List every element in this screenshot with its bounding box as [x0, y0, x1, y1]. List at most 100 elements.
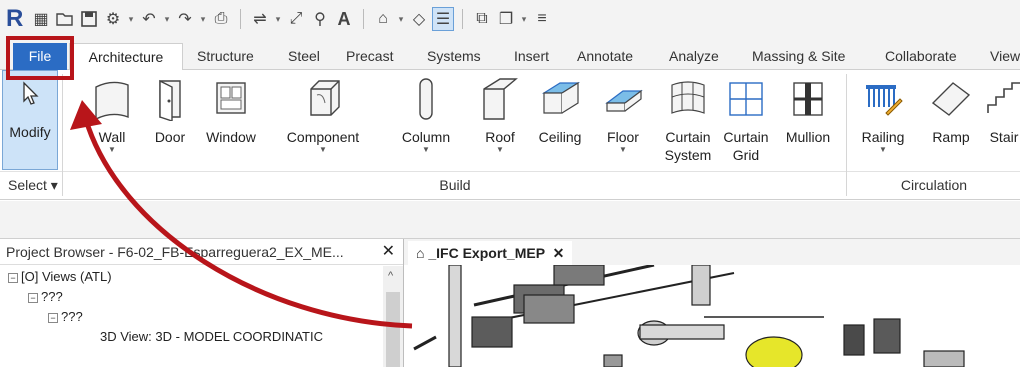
sync-icon[interactable]: ⚙	[102, 7, 124, 31]
modify-button[interactable]: Modify	[2, 70, 58, 170]
component-dropdown[interactable]: ▼	[278, 146, 368, 154]
ramp-icon	[926, 76, 976, 122]
collapse-icon[interactable]: −	[8, 272, 18, 283]
tree-node-views[interactable]: − [O] Views (ATL)	[8, 267, 112, 287]
undo-icon[interactable]: ↶	[138, 7, 160, 31]
railing-button[interactable]: Railing ▼	[858, 76, 908, 154]
thin-lines-icon[interactable]: ☰	[432, 7, 454, 31]
roof-dropdown[interactable]: ▼	[478, 146, 522, 154]
tab-collaborate[interactable]: Collaborate	[885, 43, 957, 70]
tab-ifc-export-mep[interactable]: ⌂ _IFC Export_MEP ✕	[408, 241, 573, 265]
panel-separator	[62, 74, 63, 196]
curtain-grid-icon	[718, 76, 774, 122]
project-browser-header: Project Browser - F6-02_FB-Esparreguera2…	[0, 239, 403, 265]
ramp-button[interactable]: Ramp	[926, 76, 976, 146]
quick-access-toolbar: R ▦ ⚙ ▾ ↶ ▾ ↷ ▾ ⎙ ⇌ ▾ ⤢ ⚲ A ⌂ ▾ ◇ ☰ ⧉ ❐ …	[0, 0, 1020, 38]
options-bar	[0, 201, 1020, 239]
wall-icon	[92, 76, 132, 122]
project-browser-title: Project Browser - F6-02_FB-Esparreguera2…	[6, 244, 344, 260]
panel-separator	[846, 74, 847, 196]
railing-dropdown[interactable]: ▼	[858, 146, 908, 154]
wall-button[interactable]: Wall ▼	[92, 76, 132, 154]
scroll-thumb[interactable]	[386, 292, 400, 367]
column-button[interactable]: Column ▼	[396, 76, 456, 154]
browser-scrollbar[interactable]: ^	[383, 266, 403, 367]
tab-annotate[interactable]: Annotate	[577, 43, 633, 70]
ceiling-icon	[534, 76, 586, 122]
wall-dropdown[interactable]: ▼	[92, 146, 132, 154]
measure-icon[interactable]: ⇌	[249, 7, 271, 31]
window-icon	[199, 76, 263, 122]
window-button[interactable]: Window	[199, 76, 263, 146]
tab-view[interactable]: View	[990, 43, 1020, 70]
toolbar-separator	[240, 9, 241, 29]
tab-architecture[interactable]: Architecture	[69, 43, 183, 71]
save-icon[interactable]	[78, 7, 100, 31]
revit-logo[interactable]: R	[6, 6, 28, 32]
curtain-grid-button[interactable]: Curtain Grid	[718, 76, 774, 164]
tree-node-group-2[interactable]: −???	[48, 307, 83, 327]
column-dropdown[interactable]: ▼	[396, 146, 456, 154]
tab-precast[interactable]: Precast	[346, 43, 393, 70]
text-icon[interactable]: A	[333, 7, 355, 31]
ribbon-panel: Modify Wall ▼ Door Window Component ▼ Co…	[0, 70, 1020, 200]
roof-button[interactable]: Roof ▼	[478, 76, 522, 154]
views-icon: [O]	[21, 269, 39, 284]
tree-node-3d-view[interactable]: 3D View: 3D - MODEL COORDINATIC	[100, 327, 382, 347]
component-icon	[278, 76, 368, 122]
undo-dropdown[interactable]: ▾	[162, 14, 172, 25]
tab-insert[interactable]: Insert	[514, 43, 549, 70]
floor-button[interactable]: Floor ▼	[598, 76, 648, 154]
print-icon[interactable]: ⎙	[210, 7, 232, 31]
circulation-panel-label: Circulation	[900, 177, 968, 193]
collapse-icon[interactable]: −	[28, 292, 38, 303]
mullion-button[interactable]: Mullion	[780, 76, 836, 146]
redo-icon[interactable]: ↷	[174, 7, 196, 31]
ceiling-label: Ceiling	[538, 129, 582, 145]
close-icon[interactable]: ✕	[382, 239, 395, 264]
tab-systems[interactable]: Systems	[427, 43, 481, 70]
floor-label: Floor	[607, 129, 639, 145]
3d-viewport[interactable]	[404, 265, 1020, 367]
tab-structure[interactable]: Structure	[197, 43, 254, 70]
view-tab-bar: ⌂ _IFC Export_MEP ✕	[404, 239, 1020, 265]
stair-icon	[984, 76, 1020, 122]
select-panel-label[interactable]: Select ▾	[8, 173, 62, 197]
switch-windows-dropdown[interactable]: ▾	[519, 14, 529, 25]
tab-analyze[interactable]: Analyze	[669, 43, 719, 70]
floor-dropdown[interactable]: ▼	[598, 146, 648, 154]
redo-dropdown[interactable]: ▾	[198, 14, 208, 25]
door-label: Door	[154, 129, 186, 145]
3d-view-icon[interactable]: ⌂	[372, 7, 394, 31]
tab-steel[interactable]: Steel	[288, 43, 320, 70]
3d-view-dropdown[interactable]: ▾	[396, 14, 406, 25]
tree-node-group-1[interactable]: −???	[28, 287, 63, 307]
ceiling-button[interactable]: Ceiling	[534, 76, 586, 146]
section-icon[interactable]: ◇	[408, 7, 430, 31]
curtain-system-icon	[660, 76, 716, 122]
open-icon[interactable]	[54, 7, 76, 31]
toolbar-separator	[462, 9, 463, 29]
scroll-up-icon[interactable]: ^	[388, 270, 393, 282]
close-icon[interactable]: ✕	[549, 245, 565, 261]
build-panel-label: Build	[439, 177, 471, 193]
dimension-icon[interactable]: ⤢	[285, 7, 307, 31]
measure-dropdown[interactable]: ▾	[273, 14, 283, 25]
roof-icon	[478, 76, 522, 122]
tag-icon[interactable]: ⚲	[309, 7, 331, 31]
stair-button[interactable]: Stair	[984, 76, 1020, 146]
customize-icon[interactable]: ≡	[531, 7, 553, 31]
close-hidden-icon[interactable]: ⧉	[471, 7, 493, 31]
tab-massing-site[interactable]: Massing & Site	[752, 43, 845, 70]
railing-icon	[858, 76, 908, 122]
info-icon[interactable]: ▦	[30, 7, 52, 31]
column-icon	[396, 76, 456, 122]
sync-dropdown[interactable]: ▾	[126, 14, 136, 25]
tab-file[interactable]: File	[13, 43, 67, 70]
door-button[interactable]: Door	[150, 76, 190, 146]
curtain-system-button[interactable]: Curtain System	[660, 76, 716, 164]
switch-windows-icon[interactable]: ❐	[495, 7, 517, 31]
curtain-grid-label: Curtain Grid	[723, 129, 769, 163]
collapse-icon[interactable]: −	[48, 312, 58, 323]
component-button[interactable]: Component ▼	[278, 76, 368, 154]
